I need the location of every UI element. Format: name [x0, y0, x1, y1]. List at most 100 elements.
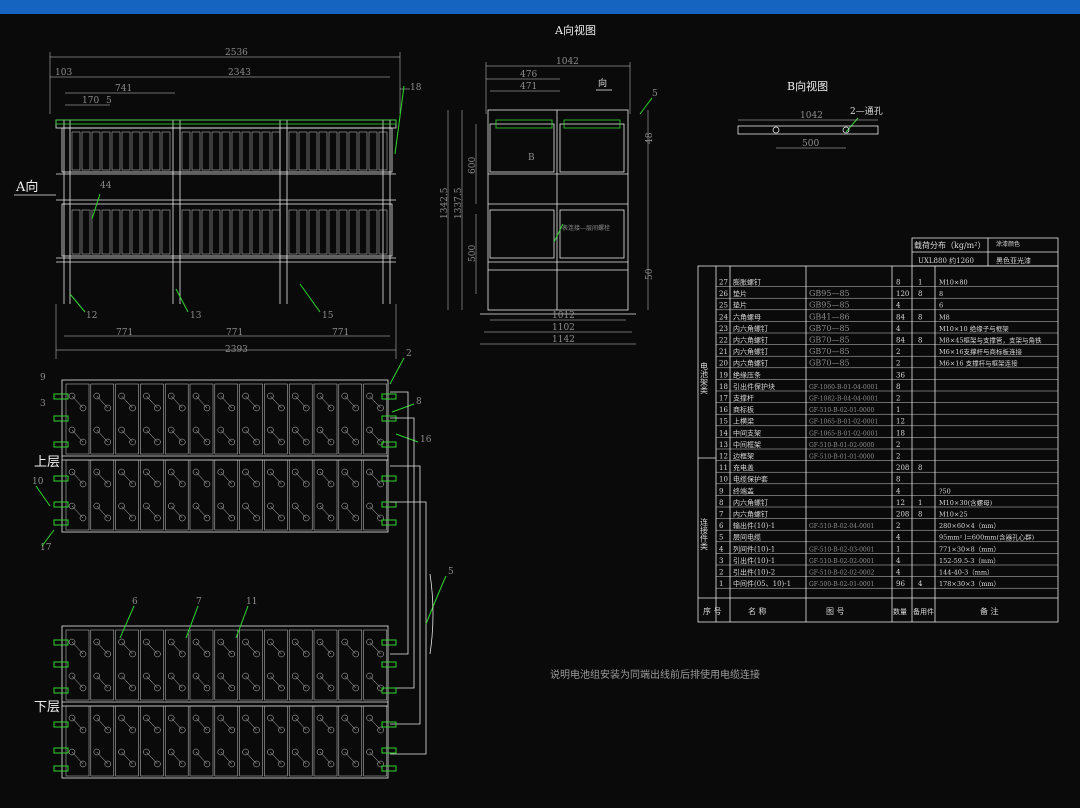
- battery-cell: [115, 383, 139, 455]
- side-dim-1337: 1337.5: [454, 187, 464, 219]
- battery-cell: [90, 459, 115, 531]
- bom-cell-note: M6×16 支撑杆与框架连接: [939, 359, 1018, 368]
- top-leader-3: 3: [40, 399, 46, 409]
- bom-row: 17 支撑杆 GF-1082-B-04-04-0001 2: [716, 394, 1058, 403]
- bom-row: 8 内六角螺钉 12 1 M10×30(含螺母): [716, 498, 1058, 508]
- bom-row: 18 引出件保护块 GF-1060-B-01-04-0001 8: [716, 382, 1058, 392]
- bom-cell-no: 20: [719, 360, 728, 368]
- cad-drawing-canvas[interactable]: A向视图 2536 2343 103 741 170 5 18 771 771 …: [0, 14, 1080, 808]
- side-dim-5: 5: [652, 89, 658, 99]
- top-leader-17: 17: [40, 543, 52, 553]
- bom-cell-note: M10×80: [939, 279, 968, 287]
- bom-cell-name: 中间件(05、10)-1: [733, 579, 791, 588]
- plan-top-layer: 上层 9 3 10 17 2 8 16: [32, 349, 432, 755]
- bom-cell-per: 8: [918, 290, 922, 298]
- bom-cell-name: 绝缘压条: [733, 370, 761, 379]
- battery-cell: [313, 629, 338, 701]
- bom-row: 27 膨胀螺钉 8 1 M10×80: [716, 278, 1058, 287]
- view-b-title: B向视图: [787, 79, 828, 93]
- bom-cell-no: 3: [719, 557, 723, 565]
- bom-cell-name: 终端盖: [733, 486, 754, 495]
- bom-row: 6 输出件(10)-1 GF-510-B-02-04-0001 2 280×60×4（m…: [716, 521, 1058, 531]
- side-dim-500: 500: [468, 245, 478, 262]
- bom-sub-left: UXL880 约1260: [918, 256, 974, 265]
- bom-cell-code: GF-1060-B-01-04-0001: [809, 384, 878, 391]
- bom-cell-per: 8: [918, 464, 922, 472]
- bom-cell-qty: 8: [896, 279, 900, 287]
- bom-sub-right: 黑色亚光漆: [996, 256, 1031, 265]
- battery-cell: [90, 705, 115, 777]
- bom-cell-name: 内六角螺钉: [733, 359, 768, 368]
- bom-cell-no: 9: [719, 487, 723, 495]
- battery-cell: [164, 629, 189, 701]
- note-text: 说明电池组安装为同端出线前后排使用电缆连接: [550, 668, 760, 681]
- top-leader-10: 16: [420, 435, 432, 445]
- bom-row: 9 终端盖 4 ?50: [716, 486, 1058, 496]
- dim-inner: 2343: [228, 68, 251, 78]
- battery-cell: [189, 629, 214, 701]
- bom-cell-no: 5: [719, 534, 723, 542]
- bom-cell-no: 24: [719, 313, 728, 321]
- bom-cell-per: 1: [918, 499, 922, 507]
- bom-cell-code: GB95—85: [809, 289, 850, 298]
- bot-leader-6: 6: [132, 597, 138, 607]
- battery-cell: [115, 705, 139, 777]
- side-dim-1142: 1142: [552, 335, 575, 345]
- bom-head-right: 涂漆颜色: [996, 240, 1020, 248]
- bom-cell-name: 边框架: [733, 452, 754, 461]
- battery-cell: [313, 383, 338, 455]
- bom-cell-qty: 4: [896, 302, 901, 310]
- bom-cell-no: 1: [719, 580, 723, 588]
- dim-left-small: 170: [82, 96, 99, 106]
- bom-cell-code: GB95—85: [809, 301, 850, 310]
- bom-table: 载荷分布（kg/m²） 涂漆颜色 UXL880 约1260 黑色亚光漆 27 膨胀…: [697, 237, 1059, 623]
- bom-cell-code: GF-510-B-01-01-0000: [809, 454, 875, 461]
- bom-row: 24 六角螺母 GB41—86 84 8 M8: [716, 312, 1058, 322]
- bom-row: 4 列间件(10)-1 GF-510-B-02-03-0001 1 771×30×8（m…: [716, 544, 1058, 554]
- bom-cell-qty: 2: [896, 395, 900, 403]
- window-title-bar: [0, 0, 1080, 14]
- battery-cell: [338, 459, 363, 531]
- leader-13: 13: [190, 311, 202, 321]
- view-b-hole: 2—通孔: [850, 106, 883, 117]
- bom-cell-code: GF-500-B-02-01-0001: [809, 581, 874, 588]
- bom-cell-code: GB70—85: [809, 359, 850, 368]
- battery-cell: [264, 459, 288, 531]
- bom-cell-note: M8×45框架与支撑管，支架与角铁: [939, 336, 1042, 345]
- bom-cell-name: 引出件保护块: [733, 382, 775, 391]
- bom-cell-code: GB41—86: [809, 312, 850, 321]
- bom-row: 3 引出件(10)-1 GF-510-B-02-02-0001 4 152-59.5-3…: [716, 556, 1058, 566]
- bom-cell-qty: 1: [896, 545, 900, 553]
- side-dim-48: 48: [645, 132, 655, 144]
- bom-cell-name: 内六角螺钉: [733, 498, 768, 507]
- bom-cell-qty: 8: [896, 383, 900, 391]
- battery-cell: [90, 629, 115, 701]
- bom-row: 1 中间件(05、10)-1 GF-500-B-02-01-0001 96 4 178×3…: [716, 579, 1058, 589]
- bom-cell-no: 26: [719, 290, 728, 298]
- view-a-title: A向视图: [554, 23, 596, 37]
- bom-row: 14 中间支架 GF-1065-B-01-02-0001 18: [716, 428, 1058, 438]
- bom-cell-code: GB70—85: [809, 336, 850, 345]
- side-dim-476: 476: [520, 70, 537, 80]
- dim-bay-3: 771: [332, 328, 349, 338]
- bom-cell-name: 内六角螺钉: [733, 347, 768, 356]
- bom-cell-note: M6×16支撑杆与商标板连接: [939, 347, 1023, 356]
- bom-row: 20 内六角螺钉 GB70—85 2 M6×16 支撑杆与框架连接: [716, 359, 1058, 369]
- battery-cell: [214, 705, 239, 777]
- dim-side-18: 18: [410, 83, 422, 93]
- dim-bay: 741: [115, 84, 132, 94]
- bom-cell-qty: 36: [896, 371, 905, 379]
- bom-cell-note: 178×30×3（mm）: [939, 580, 1000, 588]
- bom-cell-code: GF-510-B-01-02-0000: [809, 442, 875, 449]
- bom-cell-no: 19: [719, 371, 728, 379]
- bom-foot-code: 图 号: [826, 607, 845, 616]
- bom-cell-qty: 4: [896, 557, 901, 565]
- bom-row: 25 垫片 GB95—85 4 6: [716, 301, 1058, 311]
- bom-cell-no: 25: [719, 302, 728, 310]
- battery-cell: [65, 629, 90, 701]
- bom-cell-code: GB70—85: [809, 324, 850, 333]
- bom-cell-name: 内六角螺钉: [733, 510, 768, 519]
- bom-cell-name: 内六角螺钉: [733, 324, 768, 333]
- bom-cell-per: 1: [918, 279, 922, 287]
- battery-cell: [264, 629, 288, 701]
